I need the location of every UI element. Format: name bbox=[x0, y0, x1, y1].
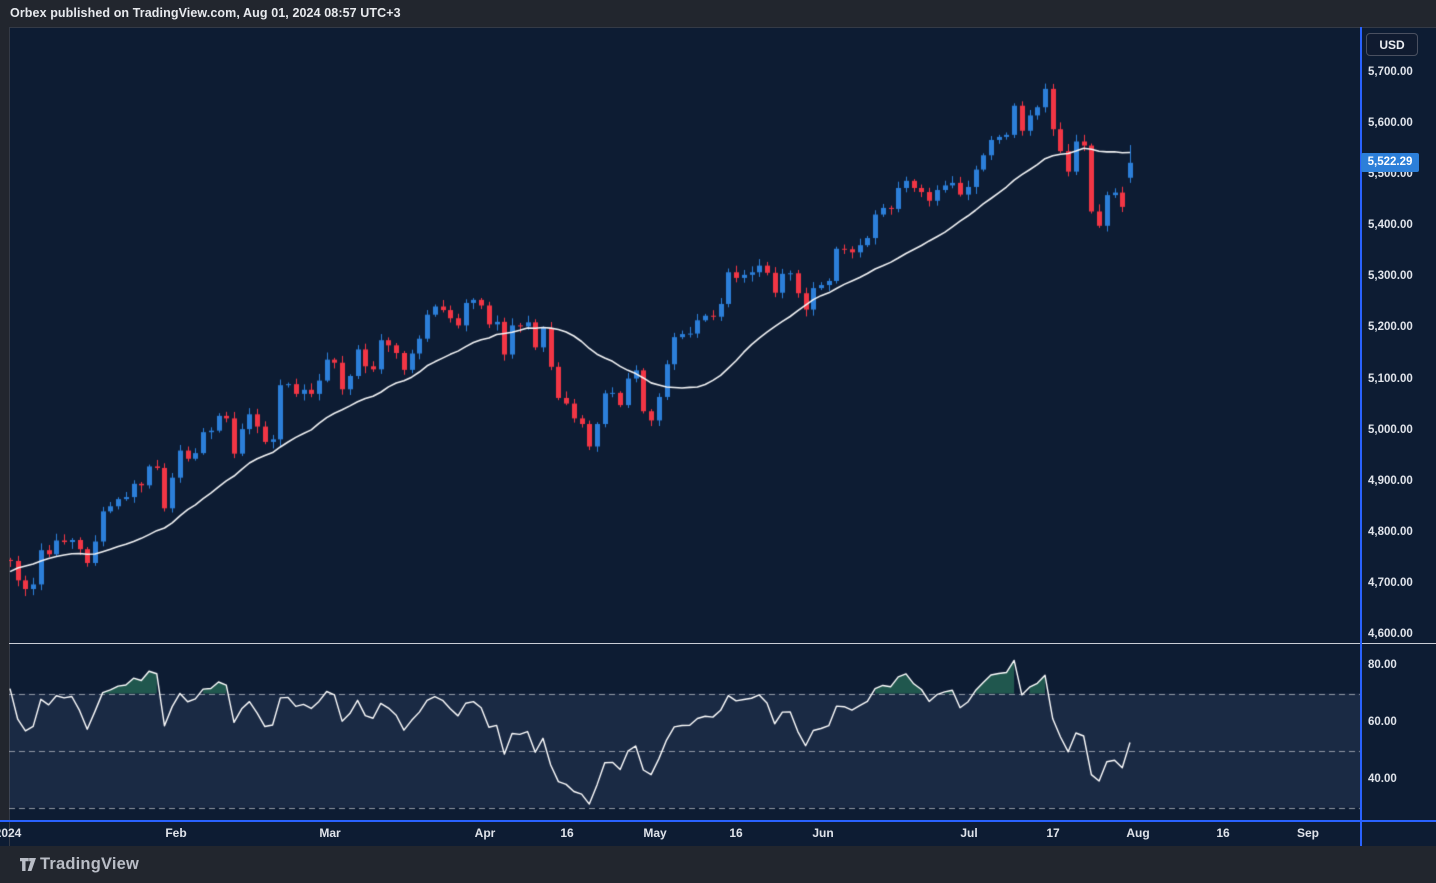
price-pane-canvas[interactable] bbox=[9, 27, 1360, 643]
price-axis-label: 4,800.00 bbox=[1368, 526, 1413, 538]
price-axis-label: 5,200.00 bbox=[1368, 321, 1413, 333]
price-scale-border bbox=[1360, 27, 1362, 846]
publish-text: Orbex published on TradingView.com, Aug … bbox=[10, 6, 401, 20]
time-axis-label: Feb bbox=[165, 826, 186, 840]
rsi-pane-canvas[interactable] bbox=[9, 645, 1360, 820]
pane-separator[interactable] bbox=[9, 643, 1436, 644]
tradingview-logo-icon[interactable] bbox=[20, 857, 36, 877]
time-scale-border bbox=[0, 820, 1436, 822]
rsi-axis-label: 80.00 bbox=[1368, 659, 1397, 671]
time-axis-label: Aug bbox=[1126, 826, 1149, 840]
time-axis-label: 17 bbox=[1046, 826, 1059, 840]
price-axis-label: 5,100.00 bbox=[1368, 373, 1413, 385]
time-axis-label: Mar bbox=[319, 826, 340, 840]
price-axis-label: 5,000.00 bbox=[1368, 424, 1413, 436]
time-axis-label: 16 bbox=[560, 826, 573, 840]
price-axis-label: 4,600.00 bbox=[1368, 628, 1413, 640]
price-axis-label: 4,700.00 bbox=[1368, 577, 1413, 589]
rsi-axis-label: 60.00 bbox=[1368, 716, 1397, 728]
time-axis-label: Jun bbox=[812, 826, 833, 840]
price-axis-label: 5,600.00 bbox=[1368, 117, 1413, 129]
time-axis-label: Sep bbox=[1297, 826, 1319, 840]
footer-bar: TradingView bbox=[0, 847, 1436, 883]
time-axis-label: 16 bbox=[729, 826, 742, 840]
time-axis-label: 2024 bbox=[0, 826, 21, 840]
time-axis-label: 16 bbox=[1216, 826, 1229, 840]
time-axis-label: Apr bbox=[475, 826, 496, 840]
footer-brand[interactable]: TradingView bbox=[40, 855, 139, 874]
rsi-axis-label: 40.00 bbox=[1368, 773, 1397, 785]
time-axis-label: May bbox=[643, 826, 666, 840]
last-price-label: 5,522.29 bbox=[1361, 153, 1419, 172]
time-axis-label: Jul bbox=[960, 826, 977, 840]
published-chart-page: Orbex published on TradingView.com, Aug … bbox=[0, 0, 1436, 883]
price-axis-label: 5,700.00 bbox=[1368, 66, 1413, 78]
currency-button[interactable]: USD bbox=[1366, 33, 1418, 56]
price-axis-label: 5,300.00 bbox=[1368, 270, 1413, 282]
publish-bar: Orbex published on TradingView.com, Aug … bbox=[0, 0, 1436, 27]
price-axis-label: 5,400.00 bbox=[1368, 219, 1413, 231]
price-axis-label: 4,900.00 bbox=[1368, 475, 1413, 487]
